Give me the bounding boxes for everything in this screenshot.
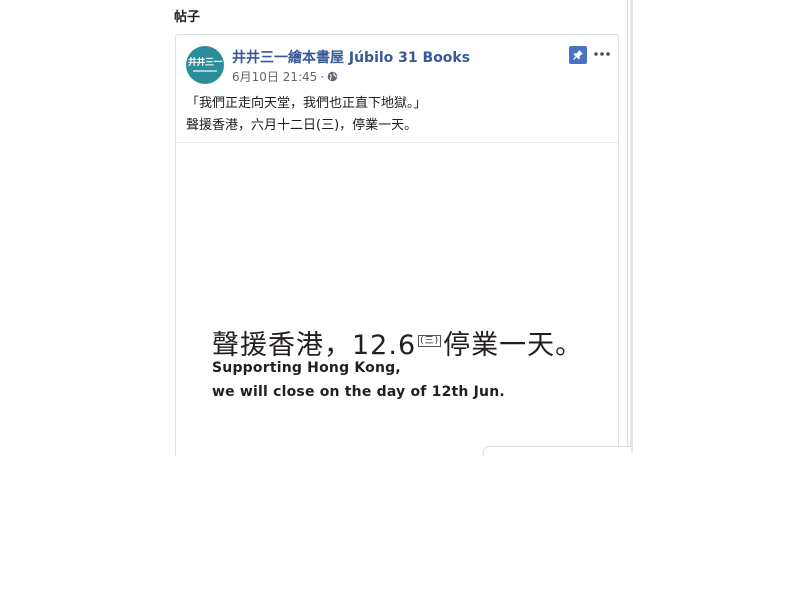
- page-avatar[interactable]: 井井三一: [186, 46, 224, 84]
- post-text-line: 聲援香港，六月十二日(三)，停業一天。: [186, 118, 418, 133]
- column-divider: [627, 0, 628, 452]
- avatar-logo-text: 井井三一: [187, 58, 223, 68]
- pin-icon[interactable]: [569, 46, 587, 64]
- scrollbar-track[interactable]: [630, 0, 633, 452]
- more-options-icon[interactable]: [592, 45, 612, 63]
- blank-area: [0, 456, 800, 600]
- post-card: 井井三一 井井三一繪本書屋 Júbilo 31 Books 6月10日 21:4…: [175, 34, 619, 461]
- post-text-line: 「我們正走向天堂，我們也正直下地獄。」: [186, 96, 427, 111]
- banner-cn-part2: 停業一天。: [443, 330, 584, 361]
- avatar-underline: [193, 70, 217, 72]
- page-name-link[interactable]: 井井三一繪本書屋 Júbilo 31 Books: [232, 47, 470, 67]
- section-title: 帖子: [174, 10, 201, 25]
- banner-english-line1: Supporting Hong Kong,: [212, 360, 401, 376]
- post-image[interactable]: 聲援香港，12.6 (三) 停業一天。 Supporting Hong Kong…: [176, 142, 618, 460]
- banner-english-line2: we will close on the day of 12th Jun.: [212, 384, 505, 400]
- globe-icon[interactable]: [327, 71, 338, 82]
- banner-weekday: (三): [418, 334, 442, 347]
- banner-cn-part1: 聲援香港，12.6: [212, 330, 417, 361]
- post-meta: 6月10日 21:45 ·: [232, 68, 338, 85]
- meta-separator: ·: [320, 69, 325, 84]
- post-timestamp[interactable]: 6月10日 21:45: [232, 68, 317, 85]
- post-message: 「我們正走向天堂，我們也正直下地獄。」 聲援香港，六月十二日(三)，停業一天。: [186, 93, 606, 137]
- banner-chinese-text: 聲援香港，12.6 (三) 停業一天。: [212, 323, 583, 362]
